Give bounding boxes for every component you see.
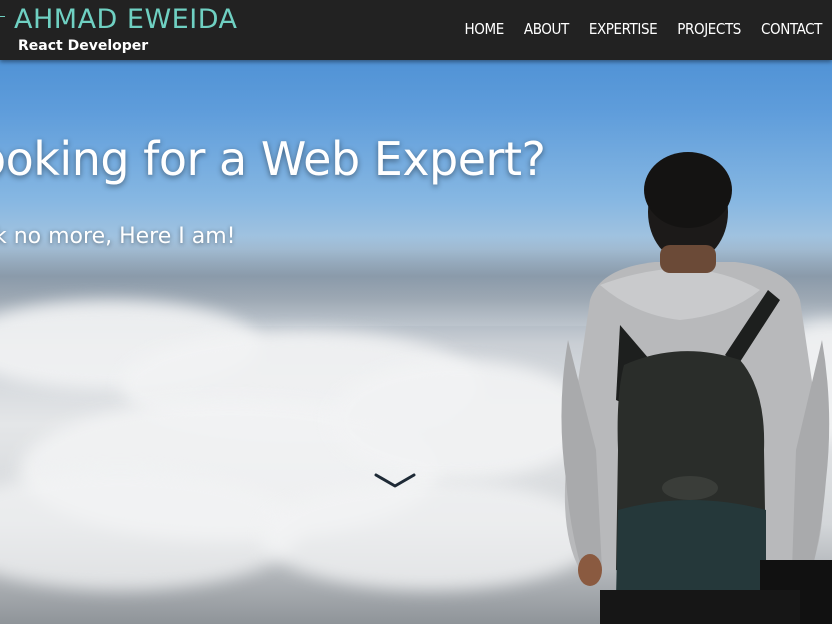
cloud [330, 360, 590, 480]
nav-link-expertise[interactable]: EXPERTISE [589, 20, 658, 38]
hero-person-image [561, 152, 832, 624]
cloud [260, 480, 600, 590]
hero-headline: ooking for a Web Expert? [0, 132, 546, 186]
nav-link-projects[interactable]: PROJECTS [677, 20, 741, 38]
navbar: AHMAD EWEIDA React Developer HOME ABOUT … [0, 0, 832, 60]
hero-section [0, 0, 832, 624]
nav-link-about[interactable]: ABOUT [524, 20, 569, 38]
hero-subheadline: k no more, Here I am! [0, 224, 236, 249]
nav-link-home[interactable]: HOME [465, 20, 505, 38]
brand-accent-line [0, 16, 5, 17]
main-nav: HOME ABOUT EXPERTISE PROJECTS CONTACT [465, 20, 823, 38]
chevron-down-icon[interactable] [374, 472, 416, 490]
brand-name[interactable]: AHMAD EWEIDA [14, 4, 237, 35]
brand-tagline: React Developer [18, 38, 149, 54]
nav-link-contact[interactable]: CONTACT [761, 20, 822, 38]
